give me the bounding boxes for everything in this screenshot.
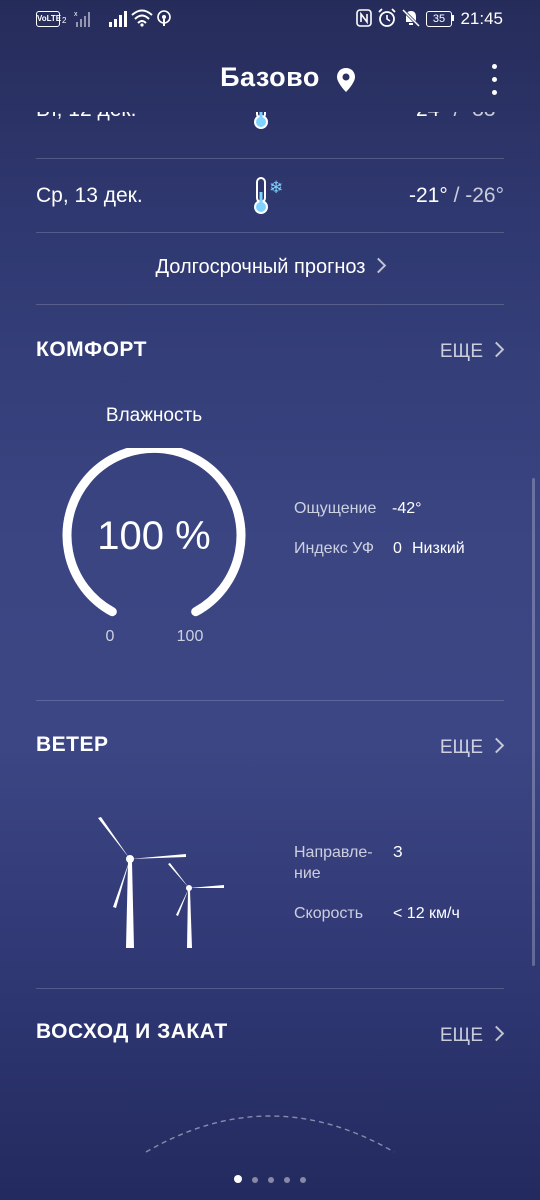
signal-icon-sim2: x [74,11,90,27]
battery-icon: 35 [426,11,452,27]
temp-high: -24° [409,112,448,121]
divider [36,988,504,989]
volte-icon: VoLTE [36,11,61,27]
mute-bell-icon [401,8,421,28]
more-label: ЕЩЕ [439,1025,483,1046]
more-label: ЕЩЕ [439,737,483,758]
page-dot-active[interactable] [234,1175,242,1183]
status-bar: VoLTE 2 x 35 21:45 [0,0,540,40]
more-vert-icon [492,64,497,69]
forecast-day: Вт, 12 дек. [36,112,136,122]
page-dot[interactable] [284,1177,290,1183]
thermometer-snow-icon: ❄ [254,177,283,214]
forecast-temp: -21° / -26° [408,184,504,207]
more-label: ЕЩЕ [439,341,483,362]
wind-direction-label-line1: Направле- [294,844,373,861]
sun-more-button[interactable]: ЕЩЕ [439,1025,505,1047]
chevron-right-icon [488,341,505,358]
nfc-icon [356,9,372,27]
chevron-right-icon [371,257,387,274]
sim-number: 2 [62,16,67,25]
divider [36,158,504,159]
uv-index-value: 0 [393,540,402,557]
wind-turbine-icon [98,817,224,948]
comfort-title: КОМФОРТ [36,338,147,361]
sun-path-arc [145,1115,395,1153]
battery-tip [452,15,454,21]
long-forecast-link[interactable]: Долгосрочный прогноз [0,256,540,279]
gauge-min: 0 [105,628,115,645]
temp-high: -21° [408,184,448,207]
feels-like-label: Ощущение [294,500,377,517]
divider [36,232,504,233]
wifi-icon [131,9,153,27]
hotspot-icon [157,10,171,26]
forecast-row-clip: Вт, 12 дек. ❄ -24° / -33° [0,112,540,142]
page-indicator[interactable] [0,1170,540,1188]
feels-like-value: -42° [392,500,422,517]
wind-direction-value: З [393,844,403,861]
temp-low: -33° [465,112,504,121]
page-dot[interactable] [268,1177,274,1183]
wind-speed-value: < 12 км/ч [393,905,460,922]
clock: 21:45 [460,9,503,28]
divider [36,304,504,305]
uv-index-level: Низкий [412,540,465,557]
alarm-icon [378,8,396,27]
forecast-day: Ср, 13 дек. [36,184,143,207]
humidity-label: Влажность [105,405,203,426]
city-name[interactable]: Базово [0,62,540,93]
page-dot[interactable] [252,1177,258,1183]
forecast-temp: -24° / -33° [409,112,504,122]
forecast-row[interactable]: Вт, 12 дек. ❄ -24° / -33° [0,112,540,142]
long-forecast-label: Долгосрочный прогноз [155,256,366,278]
page-dot[interactable] [300,1177,306,1183]
location-pin-icon [337,68,355,92]
svg-text:x: x [74,11,78,18]
humidity-value: 100 % [97,514,211,558]
menu-dot [492,90,497,95]
divider [36,700,504,701]
svg-text:❄: ❄ [269,178,283,197]
sun-title: ВОСХОД И ЗАКАТ [36,1020,228,1043]
gauge-max: 100 [176,628,204,645]
uv-index-label: Индекс УФ [294,540,374,557]
overflow-menu-button[interactable] [480,60,510,100]
chevron-right-icon [488,1025,505,1042]
menu-dot [492,77,497,82]
wind-title: ВЕТЕР [36,733,109,756]
wind-speed-label: Скорость [294,905,364,922]
comfort-more-button[interactable]: ЕЩЕ [439,341,505,363]
wind-more-button[interactable]: ЕЩЕ [439,737,505,759]
chevron-right-icon [488,737,505,754]
signal-icon [109,11,127,27]
temp-low: -26° [465,184,504,207]
forecast-row[interactable]: Ср, 13 дек. ❄ -21° / -26° [0,172,540,220]
thermometer-snow-icon: ❄ [254,112,268,129]
scrollbar[interactable] [532,478,535,966]
wind-direction-label-line2: ние [294,865,321,882]
